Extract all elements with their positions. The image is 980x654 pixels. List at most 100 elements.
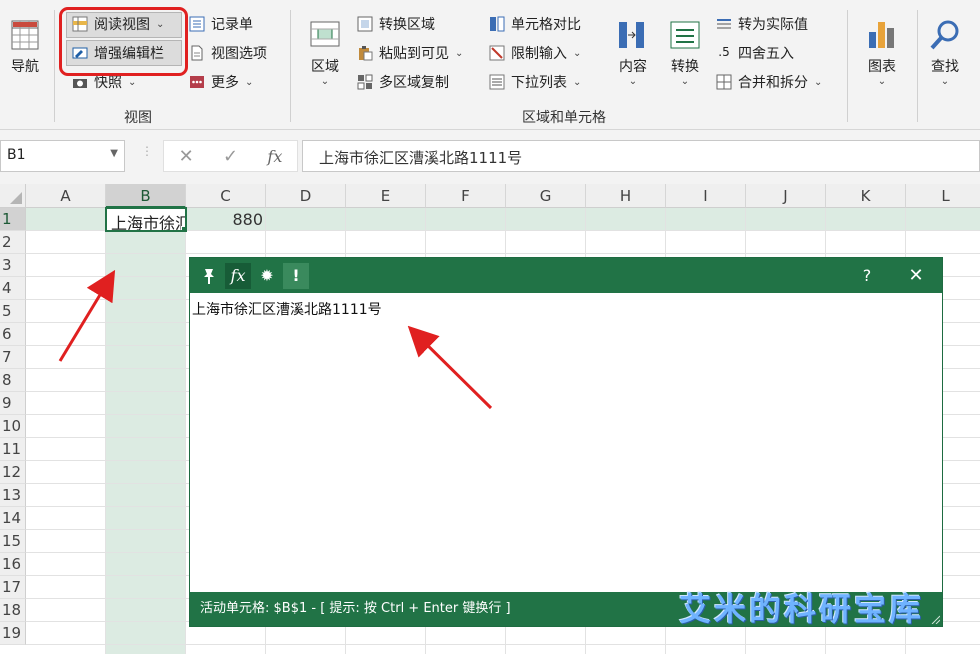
chevron-down-icon: ⌄ [680, 76, 690, 87]
search-button[interactable]: 查找 ⌄ [928, 18, 962, 87]
row-header-12[interactable]: 12 [0, 461, 26, 484]
cell-compare-button[interactable]: 单元格对比 [489, 14, 581, 34]
more-icon [189, 74, 205, 90]
row-header-3[interactable]: 3 [0, 254, 26, 277]
convert-icon [668, 18, 702, 52]
chevron-down-icon: ⌄ [320, 76, 330, 87]
region-button[interactable]: 区域 ⌄ [308, 18, 342, 87]
table-grid-icon [8, 18, 42, 52]
merge-split-label: 合并和拆分 [738, 75, 808, 91]
round-button[interactable]: .5 四舍五入 [716, 43, 794, 63]
view-group-label: 视图 [124, 110, 152, 126]
formula-controls: ✕ ✓ fx [163, 140, 298, 172]
column-header-c[interactable]: C [186, 184, 266, 208]
column-header-b[interactable]: B [106, 184, 186, 208]
row-header-13[interactable]: 13 [0, 484, 26, 507]
fill-handle[interactable] [181, 226, 185, 230]
separator [290, 10, 291, 122]
round-label: 四舍五入 [738, 46, 794, 62]
column-header-g[interactable]: G [506, 184, 586, 208]
drag-handle-icon[interactable]: ⋮ [141, 145, 153, 157]
row-header-18[interactable]: 18 [0, 599, 26, 622]
pin-icon[interactable] [196, 263, 222, 289]
convert-label: 转换 [671, 59, 699, 75]
row-header-10[interactable]: 10 [0, 415, 26, 438]
editor-text-area[interactable]: 上海市徐汇区漕溪北路1111号 [190, 293, 942, 593]
cell-b1[interactable]: 上海市徐汇区漕溪北路1111号 [105, 207, 187, 232]
column-header-a[interactable]: A [26, 184, 106, 208]
more-button[interactable]: 更多 ⌄ [189, 72, 253, 92]
region-icon [308, 18, 342, 52]
column-header-k[interactable]: K [826, 184, 906, 208]
help-button[interactable]: ? [854, 263, 880, 289]
column-header-l[interactable]: L [906, 184, 980, 208]
dropdown-list-button[interactable]: 下拉列表 ⌄ [489, 72, 581, 92]
view-options-label: 视图选项 [211, 46, 267, 62]
content-button[interactable]: 内容 ⌄ [616, 18, 650, 87]
enter-icon[interactable]: ✓ [223, 146, 238, 167]
column-header-j[interactable]: J [746, 184, 826, 208]
row-header-16[interactable]: 16 [0, 553, 26, 576]
range-group-label: 区域和单元格 [522, 110, 606, 126]
row-header-1[interactable]: 1 [0, 208, 26, 231]
column-header-f[interactable]: F [426, 184, 506, 208]
merge-icon [716, 74, 732, 90]
content-label: 内容 [619, 59, 647, 75]
paste-icon [357, 45, 373, 61]
chevron-down-icon: ⌄ [573, 47, 582, 59]
function-icon[interactable]: fx [225, 263, 251, 289]
row-header-17[interactable]: 17 [0, 576, 26, 599]
exclamation-icon[interactable]: ! [283, 263, 309, 289]
chevron-down-icon: ⌄ [940, 76, 950, 87]
separator [847, 10, 848, 122]
dropdown-list-label: 下拉列表 [511, 75, 567, 91]
row-header-4[interactable]: 4 [0, 277, 26, 300]
name-box[interactable]: B1 ▼ [0, 140, 125, 172]
chevron-down-icon: ⌄ [128, 76, 137, 88]
paste-visible-button[interactable]: 粘贴到可见 ⌄ [357, 43, 463, 63]
row-header-15[interactable]: 15 [0, 530, 26, 553]
merge-split-button[interactable]: 合并和拆分 ⌄ [716, 72, 822, 92]
chevron-down-icon: ⌄ [455, 47, 464, 59]
camera-icon [72, 74, 88, 90]
chevron-down-icon[interactable]: ▼ [110, 148, 118, 159]
row-header-9[interactable]: 9 [0, 392, 26, 415]
select-all-corner[interactable] [0, 184, 26, 208]
close-button[interactable]: ✕ [903, 263, 929, 289]
editor-title-bar: fx ✹ ! ? ✕ [190, 258, 942, 293]
multi-region-copy-button[interactable]: 多区域复制 [357, 72, 449, 92]
row-header-19[interactable]: 19 [0, 622, 26, 645]
row-header-11[interactable]: 11 [0, 438, 26, 461]
row-header-2[interactable]: 2 [0, 231, 26, 254]
search-icon [928, 18, 962, 52]
enhanced-editor-window: fx ✹ ! ? ✕ 上海市徐汇区漕溪北路1111号 活动单元格: $B$1 -… [189, 257, 943, 627]
navigation-button[interactable]: 导航 [8, 18, 42, 76]
convert-button[interactable]: 转换 ⌄ [668, 18, 702, 87]
to-actual-value-button[interactable]: 转为实际值 [716, 14, 808, 34]
chart-button[interactable]: 图表 ⌄ [865, 18, 899, 87]
row-header-8[interactable]: 8 [0, 369, 26, 392]
status-text: 活动单元格: $B$1 - [ 提示: 按 Ctrl + Enter 键换行 ] [200, 601, 511, 616]
row-header-6[interactable]: 6 [0, 323, 26, 346]
more-label: 更多 [211, 75, 239, 91]
insert-function-icon[interactable]: fx [267, 147, 282, 166]
multi-region-copy-label: 多区域复制 [379, 75, 449, 91]
row-header-14[interactable]: 14 [0, 507, 26, 530]
formula-input[interactable]: 上海市徐汇区漕溪北路1111号 [302, 140, 980, 172]
row-header-5[interactable]: 5 [0, 300, 26, 323]
restrict-input-button[interactable]: 限制输入 ⌄ [489, 43, 581, 63]
resize-grip-icon[interactable] [930, 614, 940, 624]
watermark-text: 艾米的科研宝库 [678, 590, 924, 628]
view-options-button[interactable]: 视图选项 [189, 43, 267, 63]
column-highlight [106, 231, 186, 654]
column-header-e[interactable]: E [346, 184, 426, 208]
record-sheet-button[interactable]: 记录单 [189, 14, 253, 34]
gear-icon[interactable]: ✹ [254, 263, 280, 289]
row-header-7[interactable]: 7 [0, 346, 26, 369]
cancel-icon[interactable]: ✕ [179, 146, 194, 167]
column-header-d[interactable]: D [266, 184, 346, 208]
column-header-i[interactable]: I [666, 184, 746, 208]
column-header-h[interactable]: H [586, 184, 666, 208]
convert-region-button[interactable]: 转换区域 [357, 14, 435, 34]
cell-c1[interactable]: 880 [187, 208, 267, 231]
